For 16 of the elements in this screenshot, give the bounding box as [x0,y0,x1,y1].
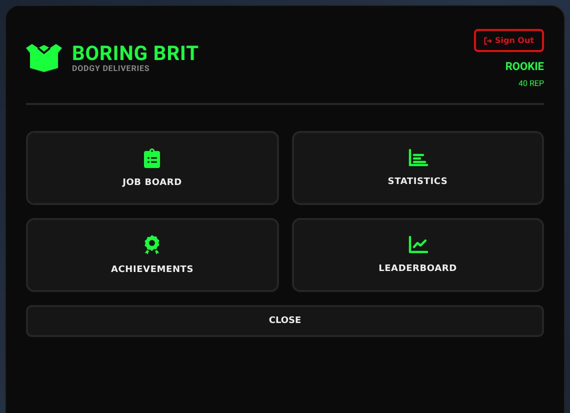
award-icon [144,235,160,255]
app-title: BORING BRIT [72,42,199,64]
menu-card[interactable]: ACHIEVEMENTS [26,218,278,292]
clipboard-icon [144,148,160,168]
box-icon [26,44,62,72]
menu-card[interactable]: LEADERBOARD [292,218,544,292]
sign-out-icon [484,36,492,44]
app-subtitle: DODGY DELIVERIES [72,64,151,74]
menu-card[interactable]: JOB BOARD [26,131,278,205]
line-chart-icon [408,236,428,254]
rep-count: 40 REP [518,79,544,88]
rank-label: ROOKIE [505,60,544,73]
bar-chart-icon [408,149,428,167]
menu-card[interactable]: STATISTICS [292,131,544,205]
sign-out-button[interactable]: Sign Out [474,29,544,52]
close-button[interactable]: CLOSE [26,305,544,337]
